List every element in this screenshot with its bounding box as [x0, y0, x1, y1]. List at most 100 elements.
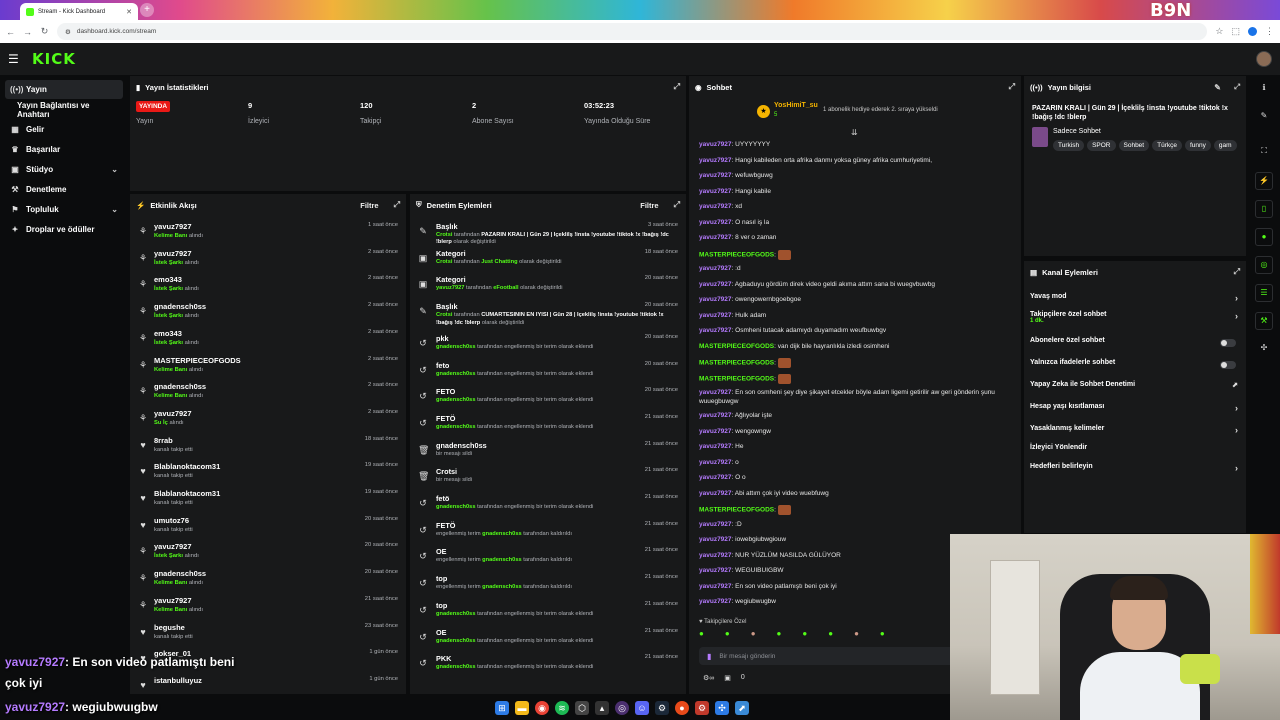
activity-user[interactable]: istanbulluyuz — [154, 676, 202, 685]
chat-username[interactable]: yavuz7927 — [699, 389, 732, 396]
action-goals[interactable]: Hedefleri belirleyin › — [1030, 463, 1240, 481]
action-followers-only[interactable]: Takipçilere özel sohbet 1 dk. › — [1030, 311, 1240, 333]
app-icon[interactable]: ✣ — [715, 701, 729, 715]
chat-username[interactable]: yavuz7927 — [699, 172, 732, 179]
trash-icon[interactable]: ▯ — [1255, 200, 1273, 218]
moderation-row[interactable]: ↺ OE gnadensch0ss tarafından engellenmiş b… — [416, 626, 680, 653]
file-explorer-icon[interactable]: ▬ — [515, 701, 529, 715]
site-info-icon[interactable]: ⚙ — [65, 28, 71, 36]
action-subscribers-only[interactable]: Abonelere özel sohbet — [1030, 337, 1240, 355]
app-icon[interactable]: ⬡ — [575, 701, 589, 715]
popout-icon[interactable]: ⤢ — [394, 200, 400, 210]
bookmark-star-icon[interactable]: ☆ — [1215, 26, 1223, 37]
sidebar-item-gelir[interactable]: ▦ Gelir — [5, 120, 123, 139]
action-raid[interactable]: İzleyici Yönlendir — [1030, 444, 1240, 462]
sidebar-item-topluluk[interactable]: ⚑ Topluluk ⌄ — [5, 200, 123, 219]
activity-row[interactable]: ⚘ MASTERPIECEOFGODS Kelime Banı alındı 2 sa… — [136, 354, 400, 380]
gift-box-icon[interactable]: ▣ — [724, 674, 731, 682]
moderation-row[interactable]: ✎ Başlık Crotsi tarafından CUMARTESİNİN EN… — [416, 300, 680, 327]
tag-chip[interactable]: funny — [1184, 140, 1211, 151]
action-banned-words[interactable]: Yasaklanmış kelimeler › — [1030, 425, 1240, 443]
category-name[interactable]: Sadece Sohbet — [1053, 128, 1101, 135]
chat-username[interactable]: yavuz7927 — [699, 219, 732, 226]
action-slow-mode[interactable]: Yavaş mod › — [1030, 293, 1240, 311]
popout-icon[interactable]: ⤢ — [1234, 267, 1240, 277]
chat-username[interactable]: yavuz7927 — [699, 281, 732, 288]
tag-chip[interactable]: Sohbet — [1118, 140, 1150, 151]
app-icon[interactable]: ● — [675, 701, 689, 715]
activity-user[interactable]: Blablanoktacom31 — [154, 489, 220, 498]
activity-row[interactable]: ⚘ gnadensch0ss İstek Şarkı alındı 2 saat ön… — [136, 300, 400, 326]
info-icon[interactable]: ℹ — [1255, 80, 1273, 98]
sidebar-item-studyo[interactable]: ▣ Stüdyo ⌄ — [5, 160, 123, 179]
activity-user[interactable]: yavuz7927 — [154, 596, 192, 605]
tag-chip[interactable]: gam — [1213, 140, 1237, 151]
activity-row[interactable]: ⚘ emo343 İstek Şarkı alındı 2 saat önce — [136, 327, 400, 353]
moderation-row[interactable]: ▣ Kategori Crotsi tarafından Just Chatting… — [416, 247, 680, 274]
wrench-icon[interactable]: ⚒ — [1255, 312, 1273, 330]
activity-row[interactable]: ⚘ gnadensch0ss Kelime Banı alındı 2 saat ön… — [136, 380, 400, 406]
moderation-row[interactable]: ↺ FETÖ engellenmiş terim gnadensch0ss tara… — [416, 519, 680, 546]
edit-icon[interactable]: ✎ — [1214, 83, 1221, 92]
moderation-row[interactable]: ↺ top gnadensch0ss tarafından engellenmiş … — [416, 599, 680, 626]
popout-icon[interactable]: ⤢ — [1234, 82, 1240, 92]
chat-bubble-icon[interactable]: ● — [1255, 228, 1273, 246]
address-bar[interactable]: ⚙ dashboard.kick.com/stream — [57, 23, 1208, 40]
chat-username[interactable]: yavuz7927 — [699, 234, 732, 241]
chat-username[interactable]: yavuz7927 — [699, 567, 732, 574]
sidebar-item-yayin[interactable]: ((•)) Yayın — [5, 80, 123, 99]
chat-username[interactable]: yavuz7927 — [699, 412, 732, 419]
popout-icon[interactable]: ⤢ — [674, 200, 680, 210]
moderation-row[interactable]: ↺ FETÖ gnadensch0ss tarafından engellenmiş… — [416, 412, 680, 439]
chat-username[interactable]: yavuz7927 — [699, 188, 732, 195]
activity-row[interactable]: ♥ 8rrab kanalı takip etti 18 saat önce — [136, 434, 400, 460]
chat-username[interactable]: yavuz7927 — [699, 552, 732, 559]
activity-user[interactable]: umutoz76 — [154, 516, 189, 525]
chat-username[interactable]: MASTERPIECEOFGODS — [699, 360, 774, 367]
settings-icon[interactable]: ⚙∞ — [703, 674, 714, 682]
activity-user[interactable]: emo343 — [154, 275, 182, 284]
emote-icon[interactable]: ● — [777, 629, 782, 641]
activity-row[interactable]: ♥ Blablanoktacom31 kanalı takip etti 19 sa… — [136, 487, 400, 513]
chrome-icon[interactable]: ◉ — [535, 701, 549, 715]
extensions-icon[interactable]: ⬚ — [1231, 26, 1240, 37]
bolt-icon[interactable]: ⚡ — [1255, 172, 1273, 190]
new-tab-button[interactable]: + — [140, 3, 154, 17]
activity-row[interactable]: ♥ Blablanoktacom31 kanalı takip etti 19 sa… — [136, 460, 400, 486]
chat-username[interactable]: yavuz7927 — [699, 203, 732, 210]
chat-username[interactable]: yavuz7927 — [699, 296, 732, 303]
emote-icon[interactable]: ● — [751, 629, 756, 641]
chat-username[interactable]: yavuz7927 — [699, 312, 732, 319]
moderation-row[interactable]: ↺ pkk gnadensch0ss tarafından engellenmiş … — [416, 332, 680, 359]
emote-icon[interactable]: ● — [699, 629, 704, 641]
activity-row[interactable]: ⚘ yavuz7927 İstek Şarkı alındı 20 saat önce — [136, 540, 400, 566]
activity-user[interactable]: yavuz7927 — [154, 542, 192, 551]
sidebar-item-stream-key[interactable]: Yayın Bağlantısı ve Anahtarı — [5, 100, 123, 119]
obs-icon[interactable]: ◎ — [615, 701, 629, 715]
activity-row[interactable]: ♥ begushe kanalı takip etti 23 saat önce — [136, 621, 400, 647]
activity-row[interactable]: ♥ umutoz76 kanalı takip etti 20 saat önce — [136, 514, 400, 540]
broadcast-icon[interactable]: ◎ — [1255, 256, 1273, 274]
chat-username[interactable]: yavuz7927 — [699, 521, 732, 528]
chat-username[interactable]: MASTERPIECEOFGODS — [699, 507, 774, 514]
back-icon[interactable]: ← — [6, 27, 15, 37]
emote-icon[interactable]: ● — [725, 629, 730, 641]
action-ai-moderation[interactable]: Yapay Zeka ile Sohbet Denetimi ⬈ — [1030, 381, 1240, 399]
emote-icon[interactable]: ● — [880, 629, 885, 641]
chat-username[interactable]: MASTERPIECEOFGODS — [699, 343, 774, 350]
activity-user[interactable]: gnadensch0ss — [154, 302, 206, 311]
activity-row[interactable]: ⚘ yavuz7927 Kelime Banı alındı 21 saat önce — [136, 594, 400, 620]
chat-username[interactable]: yavuz7927 — [699, 327, 732, 334]
chat-username[interactable]: yavuz7927 — [699, 490, 732, 497]
app-icon[interactable]: ▴ — [595, 701, 609, 715]
activity-user[interactable]: 8rrab — [154, 436, 173, 445]
layout-icon[interactable]: ☰ — [1255, 284, 1273, 302]
popout-icon[interactable]: ⤢ — [1009, 82, 1015, 92]
moderation-row[interactable]: ↺ fetö gnadensch0ss tarafından engellenmiş… — [416, 492, 680, 519]
activity-user[interactable]: begushe — [154, 623, 185, 632]
moderation-row[interactable]: ▣ Kategori yavuz7927 tarafından eFootball … — [416, 273, 680, 300]
forward-icon[interactable]: → — [23, 27, 32, 37]
activity-row[interactable]: ⚘ yavuz7927 Su İç alındı 2 saat önce — [136, 407, 400, 433]
moderation-row[interactable]: 🗑 gnadensch0ss bir mesajı sildi 21 saat önc… — [416, 439, 680, 466]
moderation-row[interactable]: ✎ Başlık Crotsi tarafından PAZARIN KRALI |… — [416, 220, 680, 247]
